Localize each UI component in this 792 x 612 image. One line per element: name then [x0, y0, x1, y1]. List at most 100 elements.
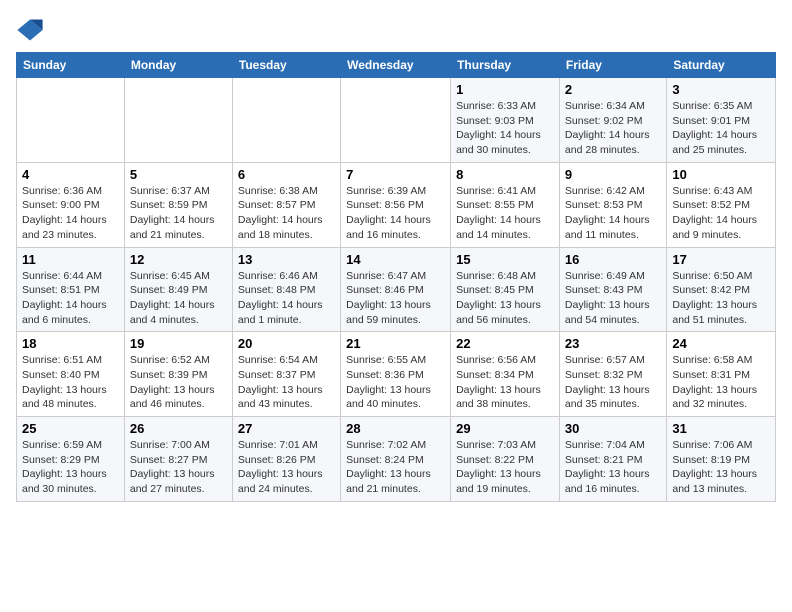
calendar-cell: 27 Sunrise: 7:01 AMSunset: 8:26 PMDayligh…	[232, 417, 340, 502]
calendar-cell: 17 Sunrise: 6:50 AMSunset: 8:42 PMDayligh…	[667, 247, 776, 332]
weekday-header-thursday: Thursday	[451, 53, 560, 78]
calendar-cell: 26 Sunrise: 7:00 AMSunset: 8:27 PMDayligh…	[124, 417, 232, 502]
day-info: Sunrise: 6:33 AMSunset: 9:03 PMDaylight:…	[456, 99, 554, 158]
calendar-cell	[17, 78, 125, 163]
day-info: Sunrise: 6:52 AMSunset: 8:39 PMDaylight:…	[130, 353, 227, 412]
day-info: Sunrise: 7:04 AMSunset: 8:21 PMDaylight:…	[565, 438, 661, 497]
day-number: 15	[456, 252, 554, 267]
logo	[16, 16, 48, 44]
calendar-cell: 11 Sunrise: 6:44 AMSunset: 8:51 PMDayligh…	[17, 247, 125, 332]
weekday-header-sunday: Sunday	[17, 53, 125, 78]
calendar-week-row: 1 Sunrise: 6:33 AMSunset: 9:03 PMDaylight…	[17, 78, 776, 163]
calendar-cell: 31 Sunrise: 7:06 AMSunset: 8:19 PMDayligh…	[667, 417, 776, 502]
day-info: Sunrise: 6:34 AMSunset: 9:02 PMDaylight:…	[565, 99, 661, 158]
calendar-cell: 18Sunrise: 6:51 AMSunset: 8:40 PMDayligh…	[17, 332, 125, 417]
day-info: Sunrise: 6:59 AMSunset: 8:29 PMDaylight:…	[22, 438, 119, 497]
calendar-week-row: 18Sunrise: 6:51 AMSunset: 8:40 PMDayligh…	[17, 332, 776, 417]
day-info: Sunrise: 7:06 AMSunset: 8:19 PMDaylight:…	[672, 438, 770, 497]
calendar-cell: 25 Sunrise: 6:59 AMSunset: 8:29 PMDayligh…	[17, 417, 125, 502]
weekday-header-tuesday: Tuesday	[232, 53, 340, 78]
calendar-cell: 24Sunrise: 6:58 AMSunset: 8:31 PMDayligh…	[667, 332, 776, 417]
day-info: Sunrise: 6:48 AMSunset: 8:45 PMDaylight:…	[456, 269, 554, 328]
calendar-cell: 4 Sunrise: 6:36 AMSunset: 9:00 PMDaylight…	[17, 162, 125, 247]
calendar-cell: 28 Sunrise: 7:02 AMSunset: 8:24 PMDayligh…	[341, 417, 451, 502]
weekday-header-saturday: Saturday	[667, 53, 776, 78]
calendar-cell: 9Sunrise: 6:42 AMSunset: 8:53 PMDaylight…	[559, 162, 666, 247]
day-number: 4	[22, 167, 119, 182]
day-info: Sunrise: 6:44 AMSunset: 8:51 PMDaylight:…	[22, 269, 119, 328]
calendar-cell: 15 Sunrise: 6:48 AMSunset: 8:45 PMDayligh…	[451, 247, 560, 332]
day-info: Sunrise: 6:51 AMSunset: 8:40 PMDaylight:…	[22, 353, 119, 412]
day-number: 7	[346, 167, 445, 182]
day-info: Sunrise: 6:46 AMSunset: 8:48 PMDaylight:…	[238, 269, 335, 328]
day-number: 12	[130, 252, 227, 267]
day-number: 29	[456, 421, 554, 436]
day-number: 31	[672, 421, 770, 436]
day-number: 3	[672, 82, 770, 97]
day-number: 9	[565, 167, 661, 182]
day-info: Sunrise: 6:49 AMSunset: 8:43 PMDaylight:…	[565, 269, 661, 328]
day-info: Sunrise: 6:47 AMSunset: 8:46 PMDaylight:…	[346, 269, 445, 328]
page-header	[16, 16, 776, 44]
calendar-cell	[124, 78, 232, 163]
logo-icon	[16, 16, 44, 44]
day-info: Sunrise: 6:45 AMSunset: 8:49 PMDaylight:…	[130, 269, 227, 328]
day-info: Sunrise: 6:54 AMSunset: 8:37 PMDaylight:…	[238, 353, 335, 412]
day-number: 11	[22, 252, 119, 267]
day-number: 20	[238, 336, 335, 351]
day-number: 8	[456, 167, 554, 182]
calendar-week-row: 4 Sunrise: 6:36 AMSunset: 9:00 PMDaylight…	[17, 162, 776, 247]
day-number: 1	[456, 82, 554, 97]
calendar-table: SundayMondayTuesdayWednesdayThursdayFrid…	[16, 52, 776, 502]
day-number: 27	[238, 421, 335, 436]
day-number: 17	[672, 252, 770, 267]
calendar-cell: 13 Sunrise: 6:46 AMSunset: 8:48 PMDayligh…	[232, 247, 340, 332]
day-number: 28	[346, 421, 445, 436]
day-number: 10	[672, 167, 770, 182]
day-number: 6	[238, 167, 335, 182]
day-number: 13	[238, 252, 335, 267]
weekday-header-wednesday: Wednesday	[341, 53, 451, 78]
day-info: Sunrise: 6:50 AMSunset: 8:42 PMDaylight:…	[672, 269, 770, 328]
calendar-cell: 7 Sunrise: 6:39 AMSunset: 8:56 PMDaylight…	[341, 162, 451, 247]
calendar-cell: 22 Sunrise: 6:56 AMSunset: 8:34 PMDayligh…	[451, 332, 560, 417]
calendar-cell: 8 Sunrise: 6:41 AMSunset: 8:55 PMDaylight…	[451, 162, 560, 247]
day-number: 25	[22, 421, 119, 436]
calendar-week-row: 11 Sunrise: 6:44 AMSunset: 8:51 PMDayligh…	[17, 247, 776, 332]
day-info: Sunrise: 6:36 AMSunset: 9:00 PMDaylight:…	[22, 184, 119, 243]
day-info: Sunrise: 6:41 AMSunset: 8:55 PMDaylight:…	[456, 184, 554, 243]
calendar-cell: 23Sunrise: 6:57 AMSunset: 8:32 PMDayligh…	[559, 332, 666, 417]
day-info: Sunrise: 6:56 AMSunset: 8:34 PMDaylight:…	[456, 353, 554, 412]
weekday-header-monday: Monday	[124, 53, 232, 78]
calendar-cell: 1 Sunrise: 6:33 AMSunset: 9:03 PMDaylight…	[451, 78, 560, 163]
calendar-header-row: SundayMondayTuesdayWednesdayThursdayFrid…	[17, 53, 776, 78]
day-number: 22	[456, 336, 554, 351]
day-info: Sunrise: 6:43 AMSunset: 8:52 PMDaylight:…	[672, 184, 770, 243]
day-number: 14	[346, 252, 445, 267]
calendar-cell: 30 Sunrise: 7:04 AMSunset: 8:21 PMDayligh…	[559, 417, 666, 502]
day-info: Sunrise: 6:39 AMSunset: 8:56 PMDaylight:…	[346, 184, 445, 243]
day-number: 5	[130, 167, 227, 182]
day-info: Sunrise: 7:00 AMSunset: 8:27 PMDaylight:…	[130, 438, 227, 497]
day-info: Sunrise: 7:01 AMSunset: 8:26 PMDaylight:…	[238, 438, 335, 497]
calendar-cell: 3 Sunrise: 6:35 AMSunset: 9:01 PMDaylight…	[667, 78, 776, 163]
day-number: 2	[565, 82, 661, 97]
calendar-cell: 14 Sunrise: 6:47 AMSunset: 8:46 PMDayligh…	[341, 247, 451, 332]
day-number: 30	[565, 421, 661, 436]
calendar-cell	[341, 78, 451, 163]
day-number: 16	[565, 252, 661, 267]
day-number: 19	[130, 336, 227, 351]
weekday-header-friday: Friday	[559, 53, 666, 78]
day-info: Sunrise: 6:35 AMSunset: 9:01 PMDaylight:…	[672, 99, 770, 158]
day-info: Sunrise: 7:02 AMSunset: 8:24 PMDaylight:…	[346, 438, 445, 497]
calendar-cell: 20 Sunrise: 6:54 AMSunset: 8:37 PMDayligh…	[232, 332, 340, 417]
calendar-cell: 6Sunrise: 6:38 AMSunset: 8:57 PMDaylight…	[232, 162, 340, 247]
day-number: 26	[130, 421, 227, 436]
calendar-cell: 12 Sunrise: 6:45 AMSunset: 8:49 PMDayligh…	[124, 247, 232, 332]
day-info: Sunrise: 6:57 AMSunset: 8:32 PMDaylight:…	[565, 353, 661, 412]
day-number: 21	[346, 336, 445, 351]
day-info: Sunrise: 6:55 AMSunset: 8:36 PMDaylight:…	[346, 353, 445, 412]
day-info: Sunrise: 6:58 AMSunset: 8:31 PMDaylight:…	[672, 353, 770, 412]
calendar-cell: 5Sunrise: 6:37 AMSunset: 8:59 PMDaylight…	[124, 162, 232, 247]
calendar-cell: 10 Sunrise: 6:43 AMSunset: 8:52 PMDayligh…	[667, 162, 776, 247]
